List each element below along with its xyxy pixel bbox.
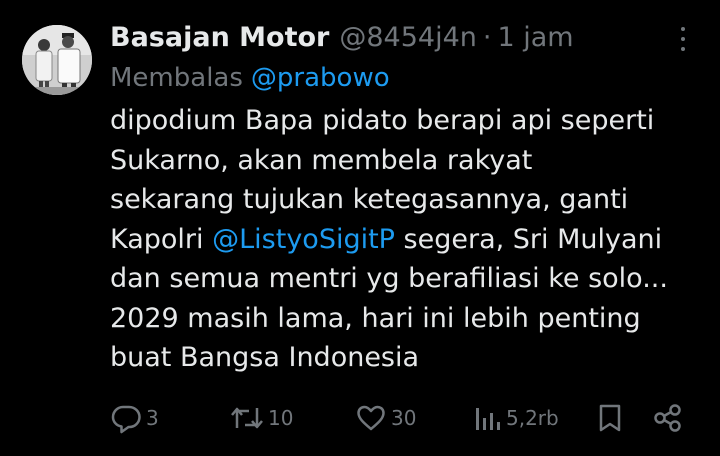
reply-button[interactable]: 3 [110, 396, 159, 440]
avatar[interactable] [22, 25, 92, 95]
repost-button[interactable]: 10 [230, 396, 293, 440]
body-text: segera, Sri Mulyani [394, 223, 663, 255]
like-count: 30 [391, 406, 417, 430]
body-mention[interactable]: @ListyoSigitP [212, 224, 395, 255]
bookmark-icon [599, 404, 621, 432]
tweet-body: dipodium Bapa pidato berapi api seperti … [110, 101, 710, 378]
body-line: 2029 masih lama, hari ini lebih penting [110, 302, 641, 334]
avatar-photo [22, 25, 92, 95]
reply-context: Membalas @prabowo [110, 60, 390, 96]
like-icon [357, 405, 385, 431]
body-line: sekarang tujukan ketegasannya, ganti [110, 184, 629, 215]
reply-icon [111, 405, 141, 434]
share-button[interactable] [652, 396, 684, 440]
reply-count: 3 [146, 406, 159, 430]
tweet-header: Basajan Motor @8454j4n · 1 jam [110, 17, 574, 57]
body-text: Kapolri [110, 223, 213, 255]
body-line: Sukarno, akan membela rakyat [110, 144, 533, 176]
body-line: dan semua mentri yg berafiliasi ke solo.… [110, 263, 668, 294]
separator-dot: · [482, 21, 492, 53]
more-icon[interactable] [676, 27, 690, 51]
author-name[interactable]: Basajan Motor [110, 22, 329, 53]
views-icon [476, 408, 500, 430]
timestamp[interactable]: 1 jam [497, 22, 573, 53]
reply-mention[interactable]: @prabowo [251, 63, 390, 93]
reply-prefix: Membalas [110, 63, 243, 93]
body-line: buat Bangsa Indonesia [110, 342, 420, 373]
like-button[interactable]: 30 [355, 396, 416, 440]
author-handle[interactable]: @8454j4n [339, 22, 477, 53]
repost-count: 10 [268, 406, 294, 430]
action-bar: 3 10 30 5,2rb [0, 396, 720, 440]
views-button[interactable]: 5,2rb [472, 396, 559, 440]
body-line: dipodium Bapa pidato berapi api seperti [110, 105, 655, 136]
bookmark-button[interactable] [596, 396, 624, 440]
share-icon [654, 404, 681, 432]
repost-icon [231, 407, 263, 429]
body-line: Kapolri @ListyoSigitP segera, Sri Mulyan… [110, 220, 710, 260]
views-count: 5,2rb [506, 406, 559, 430]
